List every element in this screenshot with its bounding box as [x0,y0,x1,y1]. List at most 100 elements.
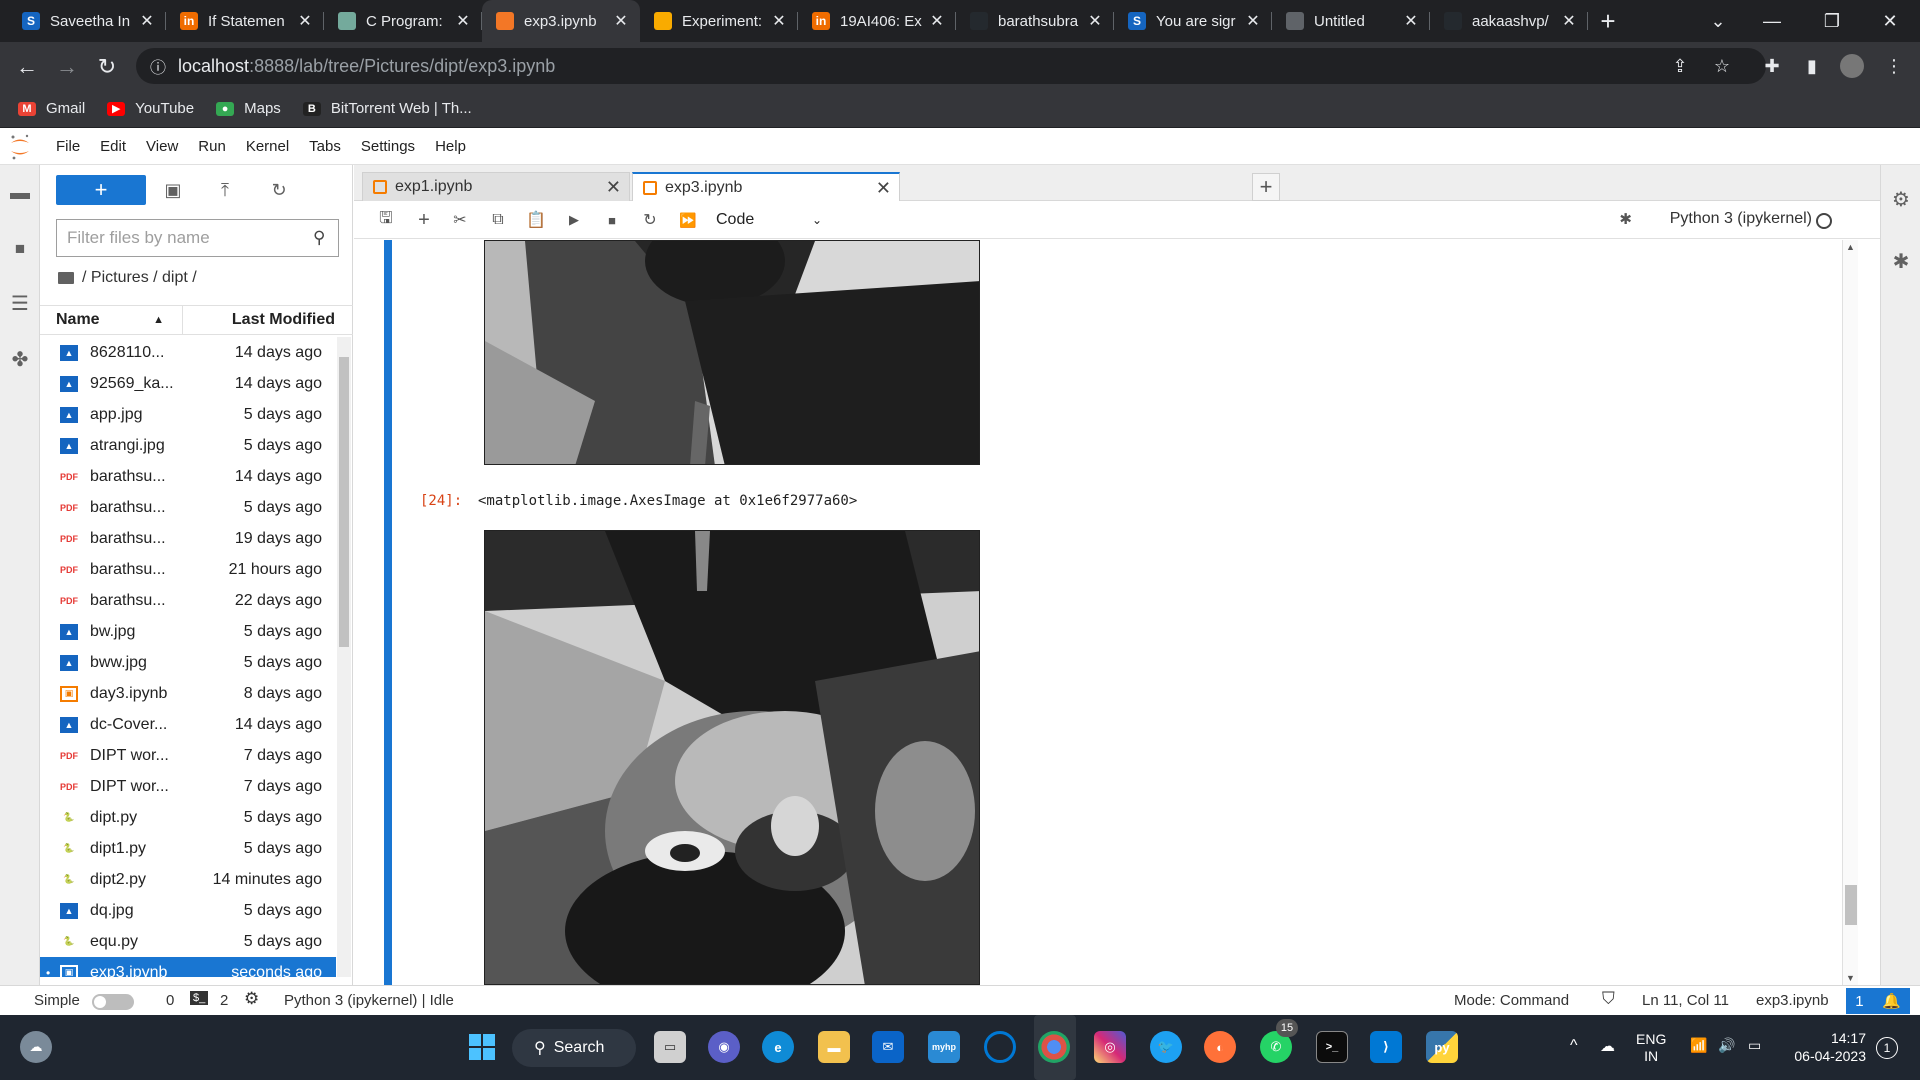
run-icon[interactable]: ▶ [562,209,586,231]
close-tab-icon[interactable]: ✕ [876,178,891,199]
browser-tab[interactable]: Experiment: ✕ [640,0,798,42]
scroll-down-icon[interactable]: ▼ [1846,973,1855,983]
reload-icon[interactable]: ↻ [92,52,122,82]
file-row[interactable]: ▲ app.jpg 5 days ago [40,399,336,430]
browser-tab[interactable]: in If Statemen ✕ [166,0,324,42]
taskbar-search[interactable]: ⚲ Search [512,1029,636,1067]
task-view-icon[interactable]: ▭ [654,1031,686,1063]
browser-tab[interactable]: exp3.ipynb ✕ [482,0,640,42]
breadcrumb-path[interactable]: / Pictures / dipt / [82,269,197,287]
side-panel-icon[interactable]: ▮ [1798,52,1826,80]
cortana-icon[interactable] [984,1031,1016,1063]
debugger-sidebar-icon[interactable]: ✱ [1887,247,1915,275]
new-launcher-button[interactable]: + [56,175,146,205]
notifications-button[interactable]: 1 🔔 [1846,988,1910,1014]
file-row[interactable]: ▣ day3.ipynb 8 days ago [40,678,336,709]
home-folder-icon[interactable] [58,272,74,284]
language-indicator[interactable]: ENG IN [1636,1031,1666,1065]
weather-icon[interactable]: ☁ [20,1031,52,1063]
clock[interactable]: 14:17 06-04-2023 [1784,1029,1866,1065]
cloud-offline-icon[interactable]: ☁ [1600,1037,1615,1055]
kernel-gear-icon[interactable]: ⚙ [244,989,259,1009]
address-bar[interactable]: ⓘ localhost:8888/lab/tree/Pictures/dipt/… [136,48,1766,84]
edge-icon[interactable]: e [762,1031,794,1063]
running-sessions-icon[interactable]: ⏹ [6,235,34,263]
file-row[interactable]: ▲ dq.jpg 5 days ago [40,895,336,926]
new-folder-icon[interactable]: ▣ [160,177,186,203]
notification-center-icon[interactable]: 1 [1876,1037,1898,1059]
kernel-name[interactable]: Python 3 (ipykernel) [1670,210,1812,228]
restart-kernel-icon[interactable]: ↻ [638,209,662,231]
terminal-icon[interactable]: $_ [190,991,209,1005]
bookmark-item[interactable]: M Gmail [18,100,85,117]
back-icon[interactable]: ← [12,52,42,82]
cell-type-select[interactable]: Code ⌄ [716,208,822,232]
close-tab-icon[interactable]: ✕ [928,11,946,31]
file-row[interactable]: ▲ 8628110... 14 days ago [40,337,336,368]
tab-exp3[interactable]: exp3.ipynb ✕ [632,172,900,202]
file-row[interactable]: ▲ bww.jpg 5 days ago [40,647,336,678]
myhp-icon[interactable]: myhp [928,1031,960,1063]
wifi-icon[interactable]: 📶 [1690,1037,1707,1054]
bookmark-item[interactable]: B BitTorrent Web | Th... [302,100,472,117]
stop-icon[interactable]: ■ [600,209,624,231]
menu-kernel[interactable]: Kernel [236,138,299,155]
breadcrumb[interactable]: / Pictures / dipt / [58,269,197,287]
site-info-icon[interactable]: ⓘ [150,54,166,78]
extensions-icon[interactable]: ✚ [1758,52,1786,80]
paste-icon[interactable]: 📋 [524,209,548,231]
file-row[interactable]: PDF barathsu... 21 hours ago [40,554,336,585]
share-icon[interactable]: ⇪ [1666,52,1694,80]
cursor-position[interactable]: Ln 11, Col 11 [1642,992,1729,1009]
extensions-puzzle-icon[interactable]: ✤ [6,345,34,373]
close-tab-icon[interactable]: ✕ [296,11,314,31]
kernel-count[interactable]: 2 [220,992,228,1009]
file-row[interactable]: 🐍 dipt2.py 14 minutes ago [40,864,336,895]
firefox-icon[interactable]: ◐ [1204,1031,1236,1063]
menu-help[interactable]: Help [425,138,476,155]
file-row[interactable]: 🐍 dipt.py 5 days ago [40,802,336,833]
close-tab-icon[interactable]: ✕ [612,11,630,31]
chrome-menu-icon[interactable]: ⋮ [1880,52,1908,80]
filter-files-input[interactable] [67,228,307,248]
insert-cell-icon[interactable]: + [412,209,436,231]
menu-file[interactable]: File [46,138,90,155]
fast-forward-icon[interactable]: ⏩ [676,209,700,231]
browser-tab[interactable]: S You are sigr ✕ [1114,0,1272,42]
forward-icon[interactable]: → [52,52,82,82]
close-window-icon[interactable]: ✕ [1860,0,1920,42]
file-row[interactable]: ▲ atrangi.jpg 5 days ago [40,430,336,461]
file-row[interactable]: 🐍 dipt1.py 5 days ago [40,833,336,864]
browser-tab[interactable]: in 19AI406: Ex ✕ [798,0,956,42]
file-explorer-icon[interactable]: ▬ [818,1031,850,1063]
close-tab-icon[interactable]: ✕ [454,11,472,31]
close-tab-icon[interactable]: ✕ [1402,11,1420,31]
tab-exp1[interactable]: exp1.ipynb ✕ [362,172,630,202]
python-icon[interactable]: py [1426,1031,1458,1063]
file-row[interactable]: ▲ dc-Cover... 14 days ago [40,709,336,740]
browser-tab[interactable]: C Program: ✕ [324,0,482,42]
menu-view[interactable]: View [136,138,188,155]
restore-icon[interactable]: ❐ [1802,0,1862,42]
tab-search-icon[interactable]: ⌄ [1688,0,1748,42]
browser-tab[interactable]: aakaashvp/ ✕ [1430,0,1588,42]
file-row[interactable]: PDF barathsu... 19 days ago [40,523,336,554]
menu-tabs[interactable]: Tabs [299,138,351,155]
bookmark-item[interactable]: ● Maps [216,100,281,117]
name-column-header[interactable]: Name ▲ [40,305,183,335]
save-icon[interactable]: 🖫 [374,209,398,231]
modified-column-header[interactable]: Last Modified [183,311,353,329]
browser-tab[interactable]: Untitled ✕ [1272,0,1430,42]
menu-edit[interactable]: Edit [90,138,136,155]
close-tab-icon[interactable]: ✕ [1560,11,1578,31]
kernel-status[interactable]: Python 3 (ipykernel) | Idle [284,992,454,1009]
scrollbar-thumb[interactable] [339,357,349,647]
close-tab-icon[interactable]: ✕ [1244,11,1262,31]
menu-settings[interactable]: Settings [351,138,425,155]
file-row[interactable]: PDF DIPT wor... 7 days ago [40,740,336,771]
vscode-icon[interactable]: ⟩ [1370,1031,1402,1063]
file-row[interactable]: PDF barathsu... 22 days ago [40,585,336,616]
add-tab-button[interactable]: + [1252,173,1280,201]
new-tab-button[interactable]: + [1588,0,1628,42]
notebook-scrollbar-thumb[interactable] [1845,885,1857,925]
